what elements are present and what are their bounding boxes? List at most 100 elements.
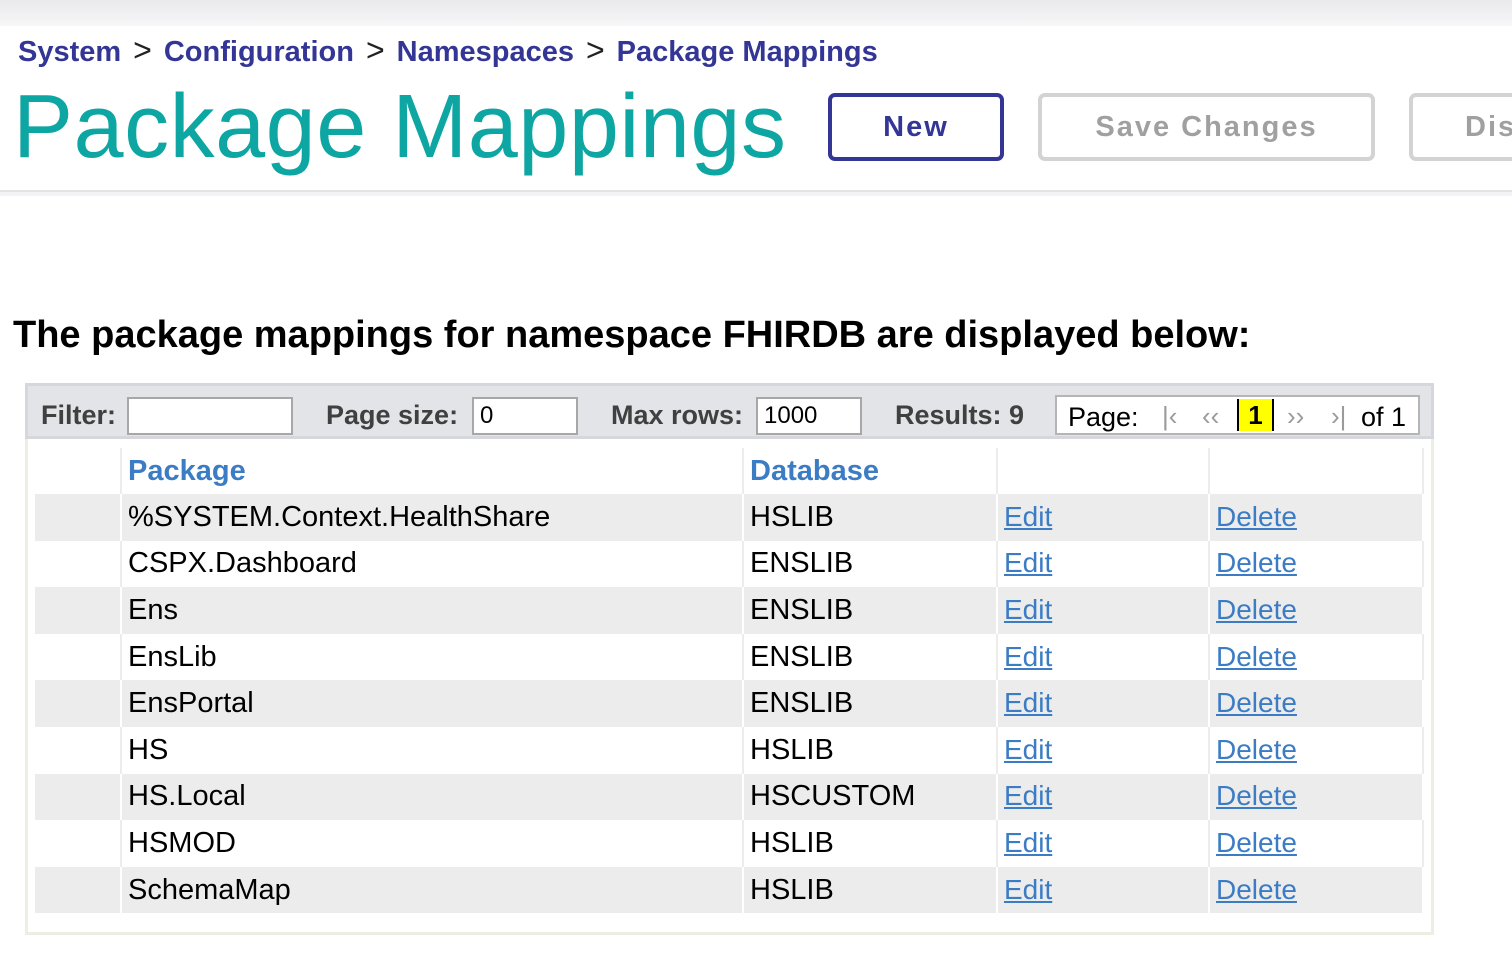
header-divider [0, 192, 1512, 196]
max-rows-input[interactable] [756, 397, 862, 435]
filter-input[interactable] [127, 397, 293, 435]
row-spacer [35, 587, 122, 634]
package-cell: CSPX.Dashboard [121, 540, 744, 588]
next-page-icon[interactable]: ›› [1287, 401, 1304, 432]
pager-label: Page: [1068, 402, 1139, 432]
pager: Page: |‹ ‹‹ 1 ›› ›| of 1 [1055, 395, 1420, 435]
package-cell: EnsLib [121, 633, 744, 681]
database-cell: HSLIB [743, 866, 998, 914]
edit-link[interactable]: Edit [1004, 547, 1052, 578]
table-row: CSPX.Dashboard ENSLIB Edit Delete [35, 540, 1424, 588]
edit-cell: Edit [997, 494, 1210, 541]
delete-link[interactable]: Delete [1216, 734, 1297, 765]
delete-link[interactable]: Delete [1216, 547, 1297, 578]
breadcrumb-system[interactable]: System [18, 36, 121, 68]
package-cell: SchemaMap [121, 866, 744, 914]
delete-link[interactable]: Delete [1216, 874, 1297, 905]
row-spacer [35, 680, 122, 727]
delete-link[interactable]: Delete [1216, 827, 1297, 858]
breadcrumb-separator: > [365, 32, 385, 68]
database-cell: ENSLIB [743, 587, 998, 634]
top-bar [0, 0, 1512, 27]
column-header-package[interactable]: Package [121, 448, 744, 494]
edit-link[interactable]: Edit [1004, 501, 1052, 532]
delete-link[interactable]: Delete [1216, 641, 1297, 672]
delete-cell: Delete [1209, 726, 1424, 774]
delete-cell: Delete [1209, 820, 1424, 867]
table-row: Ens ENSLIB Edit Delete [35, 587, 1424, 634]
edit-cell: Edit [997, 540, 1210, 588]
edit-cell: Edit [997, 773, 1210, 821]
last-page-icon[interactable]: ›| [1331, 401, 1346, 432]
row-spacer [35, 866, 122, 914]
column-header-blank [35, 448, 122, 494]
discard-button[interactable]: Dis [1409, 93, 1512, 161]
max-rows-label: Max rows: [611, 400, 744, 430]
edit-link[interactable]: Edit [1004, 780, 1052, 811]
edit-cell: Edit [997, 587, 1210, 634]
new-button[interactable]: New [828, 93, 1004, 161]
table-row: HS.Local HSCUSTOM Edit Delete [35, 773, 1424, 821]
database-cell: HSLIB [743, 494, 998, 541]
package-cell: EnsPortal [121, 680, 744, 727]
row-spacer [35, 494, 122, 541]
delete-link[interactable]: Delete [1216, 687, 1297, 718]
delete-cell: Delete [1209, 587, 1424, 634]
database-cell: ENSLIB [743, 633, 998, 681]
row-spacer [35, 633, 122, 681]
table-row: HS HSLIB Edit Delete [35, 726, 1424, 774]
edit-cell: Edit [997, 866, 1210, 914]
column-header-edit [997, 448, 1210, 494]
breadcrumb-namespaces[interactable]: Namespaces [397, 36, 574, 68]
results-count: Results: 9 [895, 400, 1025, 430]
delete-cell: Delete [1209, 680, 1424, 727]
package-cell: Ens [121, 587, 744, 634]
current-page[interactable]: 1 [1237, 399, 1274, 431]
first-page-icon[interactable]: |‹ [1162, 401, 1177, 432]
table-row: EnsPortal ENSLIB Edit Delete [35, 680, 1424, 727]
breadcrumb-package-mappings[interactable]: Package Mappings [617, 36, 878, 68]
table-row: HSMOD HSLIB Edit Delete [35, 820, 1424, 867]
delete-cell: Delete [1209, 866, 1424, 914]
delete-cell: Delete [1209, 494, 1424, 541]
edit-link[interactable]: Edit [1004, 734, 1052, 765]
row-spacer [35, 726, 122, 774]
page-size-input[interactable] [472, 397, 578, 435]
breadcrumb-separator: > [585, 32, 605, 68]
database-cell: ENSLIB [743, 680, 998, 727]
delete-link[interactable]: Delete [1216, 594, 1297, 625]
column-header-database[interactable]: Database [743, 448, 998, 494]
page-title: Package Mappings [13, 77, 787, 177]
edit-cell: Edit [997, 680, 1210, 727]
table-filter-bar: Filter: Page size: Max rows: Results: 9 … [25, 383, 1434, 439]
column-header-delete [1209, 448, 1424, 494]
database-cell: HSLIB [743, 820, 998, 867]
page-count: of 1 [1361, 402, 1407, 432]
previous-page-icon[interactable]: ‹‹ [1202, 401, 1219, 432]
edit-link[interactable]: Edit [1004, 874, 1052, 905]
breadcrumb: System > Configuration > Namespaces > Package … [18, 32, 878, 69]
database-cell: HSCUSTOM [743, 773, 998, 821]
row-spacer [35, 773, 122, 821]
row-spacer [35, 820, 122, 867]
save-changes-button[interactable]: Save Changes [1038, 93, 1375, 161]
delete-link[interactable]: Delete [1216, 780, 1297, 811]
edit-link[interactable]: Edit [1004, 594, 1052, 625]
table-row: %SYSTEM.Context.HealthShare HSLIB Edit D… [35, 494, 1424, 541]
breadcrumb-configuration[interactable]: Configuration [164, 36, 354, 68]
delete-cell: Delete [1209, 540, 1424, 588]
edit-link[interactable]: Edit [1004, 827, 1052, 858]
breadcrumb-separator: > [133, 32, 152, 68]
database-cell: ENSLIB [743, 540, 998, 588]
delete-link[interactable]: Delete [1216, 501, 1297, 532]
package-cell: %SYSTEM.Context.HealthShare [121, 494, 744, 541]
package-cell: HS.Local [121, 773, 744, 821]
package-cell: HSMOD [121, 820, 744, 867]
database-cell: HSLIB [743, 726, 998, 774]
edit-link[interactable]: Edit [1004, 641, 1052, 672]
edit-cell: Edit [997, 633, 1210, 681]
page-size-label: Page size: [326, 400, 459, 430]
edit-cell: Edit [997, 820, 1210, 867]
section-title: The package mappings for namespace FHIRD… [13, 314, 1251, 356]
edit-link[interactable]: Edit [1004, 687, 1052, 718]
